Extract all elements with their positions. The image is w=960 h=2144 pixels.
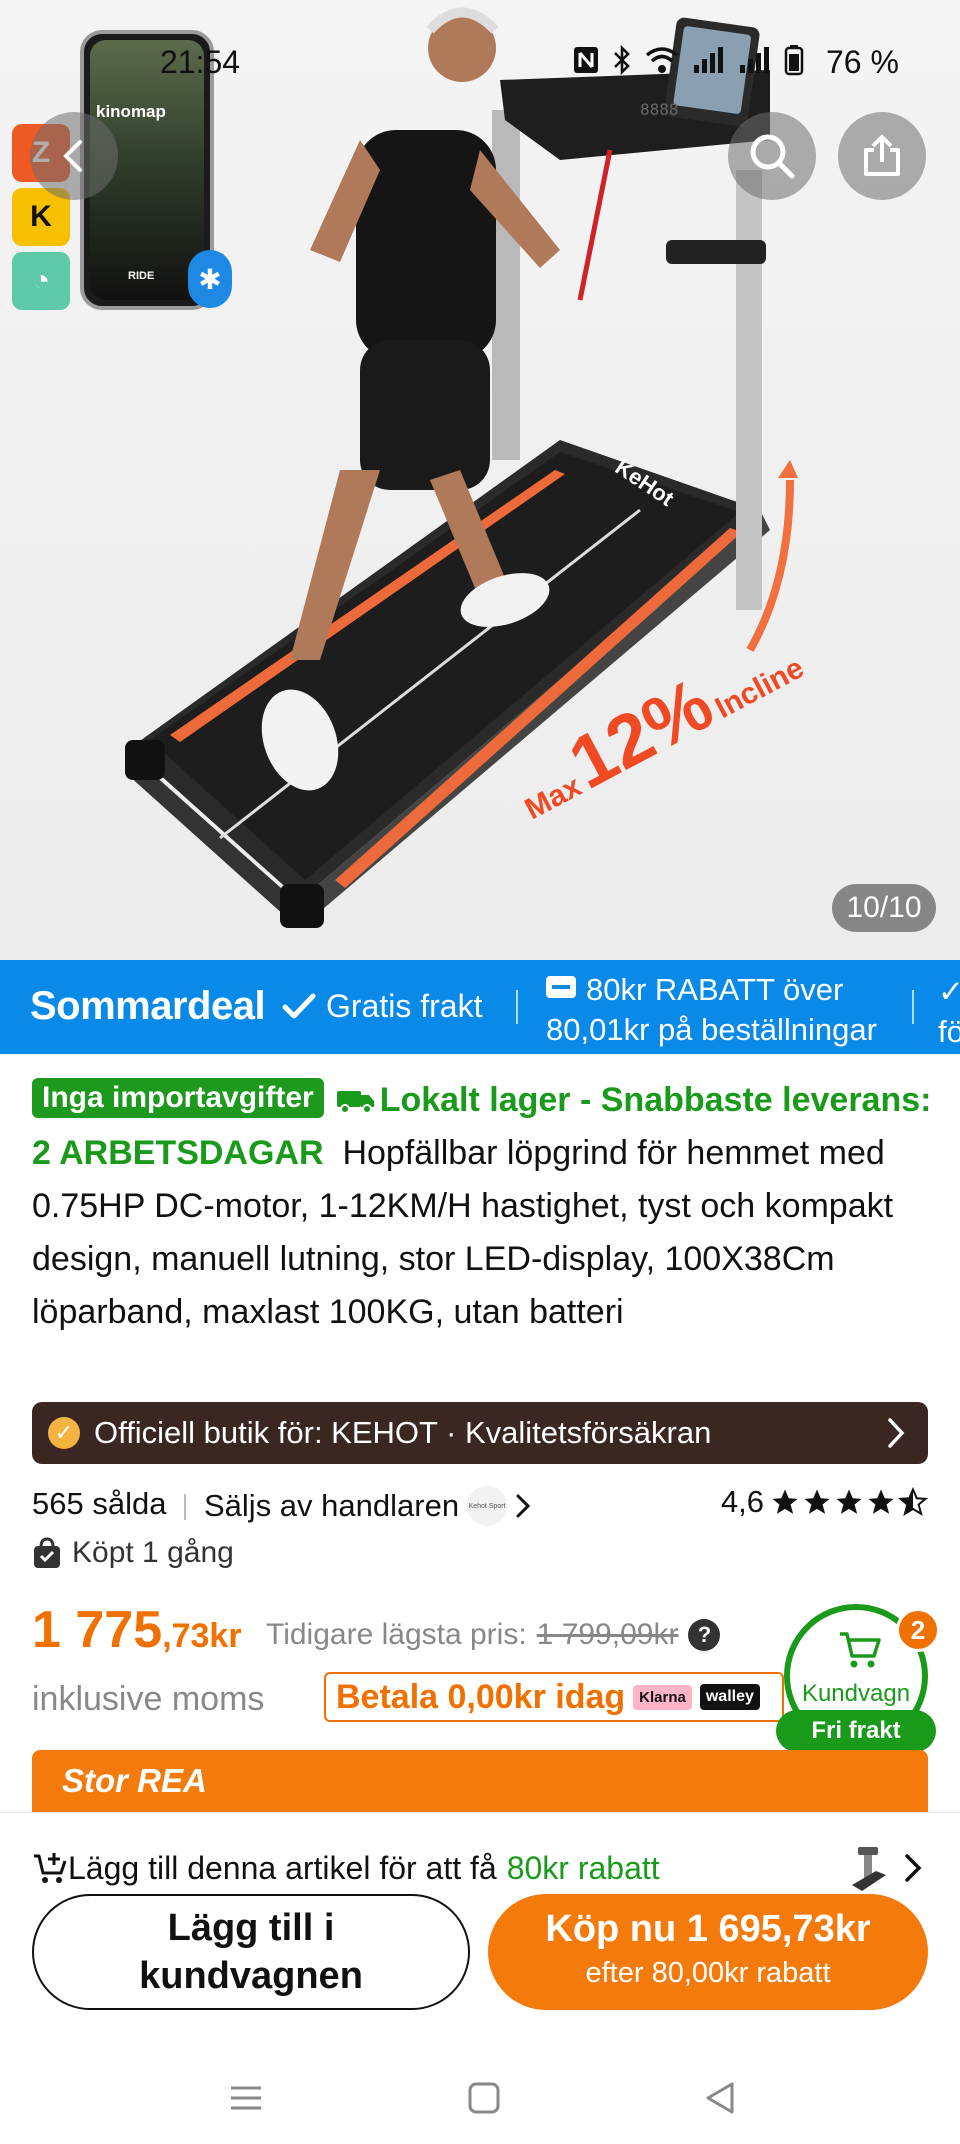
rating[interactable]: 4,6 xyxy=(721,1484,928,1520)
official-store-label: Officiell butik för: KEHOT · Kvalitetsfö… xyxy=(94,1415,712,1450)
wifi-icon xyxy=(645,47,679,73)
search-button[interactable] xyxy=(728,112,816,200)
back-button[interactable] xyxy=(30,112,118,200)
cart-count-badge: 2 xyxy=(896,1608,940,1652)
discount-line1: 80kr RABATT över xyxy=(586,972,844,1007)
product-title: Inga importavgifter Lokalt lager - Snabba… xyxy=(32,1074,932,1339)
addon-text: Lägg till denna artikel för att få xyxy=(68,1849,497,1886)
seller-logo: Kehot Sport xyxy=(467,1486,508,1526)
cart-add-icon xyxy=(34,1853,67,1883)
official-store-bar[interactable]: ✓ Officiell butik för: KEHOT · Kvalitets… xyxy=(32,1402,928,1464)
seller-link[interactable]: Säljs av handlaren Kehot Sport xyxy=(204,1486,531,1526)
rating-stars xyxy=(770,1487,928,1517)
no-import-fee-tag: Inga importavgifter xyxy=(32,1078,324,1118)
promo-banner[interactable]: Sommardeal Gratis frakt 80kr RABATT över… xyxy=(0,960,960,1054)
chevron-right-icon xyxy=(905,1854,922,1882)
price-main: 1 775 xyxy=(32,1601,163,1659)
recent-apps-icon[interactable] xyxy=(228,2080,264,2116)
promo-divider xyxy=(912,990,914,1024)
pay-later-box[interactable]: Betala 0,00kr idag Klarna walley xyxy=(324,1672,784,1722)
half-star-icon xyxy=(898,1487,928,1517)
phone-brand: kinomap xyxy=(96,102,166,121)
sale-banner[interactable]: Stor REA xyxy=(32,1750,928,1812)
free-shipping-promo: Gratis frakt xyxy=(282,988,482,1025)
walley-logo: walley xyxy=(699,1684,760,1710)
status-time: 21:54 xyxy=(160,44,241,80)
buy-now-sub: efter 80,00kr rabatt xyxy=(585,1957,831,1989)
product-image-carousel[interactable]: Max 12% Incline 8888 KeHot kinomap RIDE … xyxy=(0,0,960,960)
image-counter: 10/10 xyxy=(832,884,936,932)
home-icon[interactable] xyxy=(466,2080,502,2116)
discount-line2: 80,01kr på beställningar xyxy=(546,1012,877,1047)
battery-icon xyxy=(784,45,804,76)
sold-count: 565 sålda xyxy=(32,1486,167,1521)
nfc-icon xyxy=(574,47,598,73)
promo-trailing: fö xyxy=(938,1014,960,1049)
checkmark-icon xyxy=(282,993,316,1018)
promo-divider xyxy=(516,990,518,1024)
star-icon xyxy=(772,1489,798,1514)
seller-label: Säljs av handlaren xyxy=(204,1488,460,1523)
truck-icon xyxy=(336,1091,374,1114)
bought-label: Köpt 1 gång xyxy=(72,1536,234,1569)
console-digits: 8888 xyxy=(640,100,679,119)
buy-now-label: Köp nu 1 695,73kr xyxy=(545,1908,871,1950)
share-icon xyxy=(864,135,900,176)
bought-count: Köpt 1 gång xyxy=(32,1536,234,1570)
chevron-right-icon xyxy=(516,1494,531,1518)
bluetooth-icon xyxy=(614,45,630,75)
addon-offer-row[interactable]: Lägg till denna artikel för att få 80kr … xyxy=(32,1843,928,1893)
price-cents: ,73kr xyxy=(162,1617,242,1655)
addon-highlight: 80kr rabatt xyxy=(506,1849,660,1886)
star-icon xyxy=(868,1489,894,1514)
status-bar: 21:54 76 % xyxy=(0,40,960,84)
previous-lowest-price: Tidigare lägsta pris: 1 799,09kr ? xyxy=(266,1618,721,1652)
status-icons xyxy=(572,44,804,76)
klarna-logo: Klarna xyxy=(633,1684,692,1710)
free-shipping-badge: Fri frakt xyxy=(776,1710,936,1752)
cart-icon xyxy=(840,1632,881,1668)
battery-percent: 76 % xyxy=(826,44,899,80)
coupon-icon xyxy=(546,976,576,998)
promo-title: Sommardeal xyxy=(30,984,266,1028)
pay-today-text: Betala 0,00kr idag xyxy=(336,1677,626,1716)
system-nav-bar xyxy=(0,2060,960,2144)
help-icon[interactable]: ? xyxy=(688,1619,721,1651)
shopping-bag-icon xyxy=(34,1537,60,1568)
star-icon xyxy=(836,1489,862,1514)
addon-product-thumbnail xyxy=(852,1847,886,1891)
fitshow-app-icon: ◔ xyxy=(12,252,70,310)
promo-more: ✓ fö xyxy=(938,972,960,1052)
free-shipping-label: Gratis frakt xyxy=(326,988,483,1024)
share-button[interactable] xyxy=(838,112,926,200)
vat-note: inklusive moms xyxy=(32,1680,265,1718)
rating-value: 4,6 xyxy=(720,1484,764,1519)
search-icon xyxy=(750,134,795,179)
signal-icon xyxy=(740,47,769,73)
chevron-left-icon xyxy=(63,140,82,172)
discount-promo: 80kr RABATT över 80,01kr på beställninga… xyxy=(546,970,877,1050)
add-to-cart-button[interactable]: Lägg till i kundvagnen xyxy=(32,1894,470,2010)
cart-label: Kundvagn xyxy=(801,1680,911,1707)
previous-price-label: Tidigare lägsta pris: xyxy=(266,1618,527,1651)
verified-badge-icon: ✓ xyxy=(48,1417,80,1449)
buy-now-button[interactable]: Köp nu 1 695,73kr efter 80,00kr rabatt xyxy=(488,1894,928,2010)
signal-icon xyxy=(694,47,723,73)
star-icon xyxy=(804,1489,830,1514)
phone-ride-label: RIDE xyxy=(128,270,155,282)
bluetooth-badge-icon: ✱ xyxy=(188,250,232,308)
current-price: 1 775,73kr xyxy=(32,1600,242,1660)
product-stats: 565 sålda Säljs av handlaren Kehot Sport… xyxy=(32,1482,928,1526)
back-nav-icon[interactable] xyxy=(702,2080,738,2116)
previous-price-value: 1 799,09kr xyxy=(536,1618,679,1651)
chevron-right-icon xyxy=(888,1418,905,1448)
checkmark-icon: ✓ xyxy=(938,974,960,1009)
stats-divider xyxy=(184,1494,186,1520)
